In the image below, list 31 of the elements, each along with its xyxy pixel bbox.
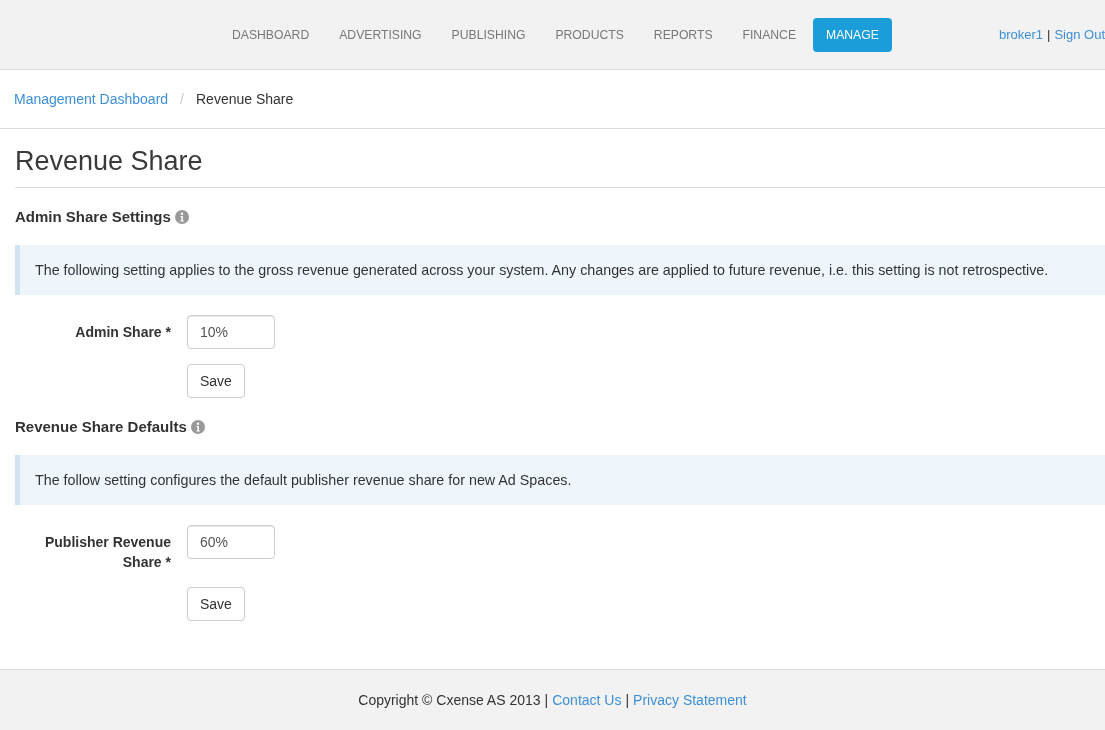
breadcrumb-separator: / — [179, 91, 185, 107]
username-link[interactable]: broker1 — [998, 27, 1043, 42]
info-message: The follow setting configures the default publisher revenue share for new Ad Spaces. — [15, 455, 1105, 505]
section-heading: Revenue Share Defaults — [15, 418, 187, 436]
footer-link[interactable]: Privacy Statement — [633, 692, 747, 708]
nav-tab[interactable]: FINANCE — [727, 17, 812, 52]
nav-tab[interactable]: ADVERTISING — [324, 17, 437, 52]
copyright-text: Copyright © Cxense AS 2013 — [358, 692, 541, 708]
info-icon — [174, 210, 189, 224]
input-field[interactable]: 10% — [187, 315, 275, 349]
save-button[interactable]: Save — [187, 587, 245, 621]
field-label: Admin Share * — [74, 323, 171, 342]
nav-tab[interactable]: REPORTS — [638, 17, 728, 52]
input-field[interactable]: 60% — [187, 525, 275, 559]
breadcrumb-current: Revenue Share — [196, 91, 294, 107]
sign-out-link[interactable]: Sign Out — [1054, 27, 1105, 42]
page-title: Revenue Share — [15, 145, 1105, 188]
link-separator: | — [1047, 27, 1051, 42]
link-separator: | — [544, 692, 549, 708]
footer-link[interactable]: Contact Us — [552, 692, 622, 708]
nav-tab[interactable]: PUBLISHING — [436, 17, 541, 52]
nav-tab[interactable]: DASHBOARD — [217, 17, 325, 52]
field-label: Publisher Revenue Share * — [43, 533, 171, 572]
section-heading: Admin Share Settings — [15, 208, 171, 226]
link-separator: | — [625, 692, 630, 708]
info-icon — [190, 420, 205, 434]
nav-tab[interactable]: PRODUCTS — [540, 17, 639, 52]
info-message: The following setting applies to the gross revenue generated across your system. Any changes are applied to future revenue, i.e. this setting is not retrospective. — [15, 245, 1105, 295]
save-button[interactable]: Save — [187, 364, 245, 398]
nav-tab[interactable]: MANAGE — [813, 17, 892, 52]
breadcrumb-link[interactable]: Management Dashboard — [14, 91, 169, 107]
